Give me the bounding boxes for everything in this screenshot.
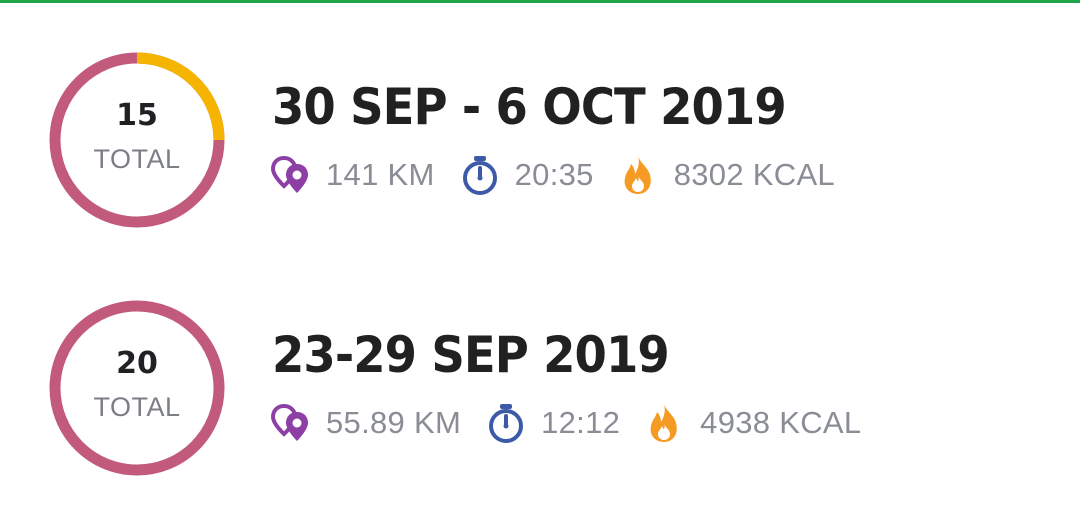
workout-count: 15 [116, 98, 158, 133]
distance-stat: 55.89 KM [270, 402, 461, 444]
distance-value: 141 KM [326, 157, 435, 192]
distance-value: 55.89 KM [326, 405, 462, 440]
workout-count-label: TOTAL [93, 144, 181, 174]
top-accent-bar [0, 0, 1080, 3]
ring-track [49, 300, 225, 476]
week-stats: 141 KM 20:35 8302 KCAL [270, 150, 835, 200]
stopwatch-icon [462, 156, 497, 195]
calories-stat: 4938 KCAL [644, 402, 861, 444]
workout-count: 20 [116, 346, 158, 381]
map-pin-icon [270, 155, 308, 193]
calories-value: 4938 KCAL [700, 405, 862, 440]
duration-value: 12:12 [541, 405, 621, 440]
week-date-range: 30 SEP - 6 OCT 2019 [272, 78, 787, 136]
progress-ring [49, 300, 225, 476]
duration-stat: 12:12 [485, 402, 620, 444]
flame-icon [650, 404, 677, 442]
week-summary-row[interactable]: 15 TOTAL 30 SEP - 6 OCT 2019 141 KM 20:3… [0, 50, 1080, 250]
duration-value: 20:35 [514, 157, 594, 192]
week-stats: 55.89 KM 12:12 4938 KCAL [270, 398, 861, 448]
week-date-range: 23-29 SEP 2019 [272, 326, 670, 384]
week-summary-row[interactable]: 20 TOTAL 23-29 SEP 2019 55.89 KM 12:12 4… [0, 298, 1080, 498]
workout-count-label: TOTAL [93, 392, 181, 422]
map-pin-icon [270, 403, 308, 441]
workout-count-ring: 20 TOTAL [47, 298, 227, 478]
calories-stat: 8302 KCAL [618, 154, 835, 196]
flame-icon [624, 156, 651, 194]
calories-value: 8302 KCAL [673, 157, 835, 192]
progress-ring [49, 52, 225, 228]
duration-stat: 20:35 [459, 154, 594, 196]
workout-count-ring: 15 TOTAL [47, 50, 227, 230]
distance-stat: 141 KM [270, 154, 435, 196]
stopwatch-icon [489, 404, 524, 443]
